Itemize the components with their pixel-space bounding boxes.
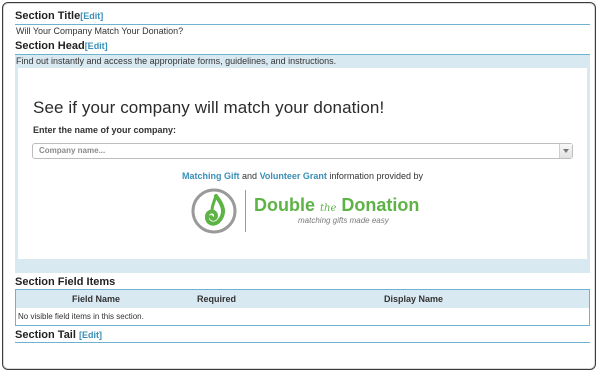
section-field-items-header: Section Field Items (15, 276, 116, 288)
widget-bottom-band (15, 259, 590, 273)
dropdown-arrow-icon[interactable] (559, 144, 572, 158)
logo-separator (245, 190, 246, 232)
section-head-value: Find out instantly and access the approp… (15, 55, 590, 68)
column-header-display-name: Display Name (338, 289, 589, 308)
section-tail-header: Section Tail [Edit] (15, 329, 590, 343)
logo-name-part1: Double (254, 195, 315, 215)
double-the-donation-logo[interactable]: Double the Donation matching gifts made … (190, 186, 430, 236)
field-items-table-wrap: Field Name Required Display Name No visi… (15, 289, 590, 326)
matching-gift-widget-container: See if your company will match your dona… (15, 68, 590, 259)
section-head-heading: Section Head (15, 40, 85, 52)
section-title-heading: Section Title (15, 10, 81, 22)
section-head-header: Section Head[Edit] (15, 40, 590, 55)
section-title-edit-link[interactable]: [Edit] (80, 11, 103, 21)
section-title-value: Will Your Company Match Your Donation? (16, 26, 184, 36)
volunteer-grant-link[interactable]: Volunteer Grant (260, 171, 327, 181)
logo-name-the: the (320, 203, 337, 214)
section-tail-heading: Section Tail (15, 329, 76, 341)
matching-gift-widget: See if your company will match your dona… (18, 68, 587, 259)
provided-by-line: Matching Gift and Volunteer Grant inform… (18, 171, 587, 181)
column-header-required: Required (187, 289, 338, 308)
logo-wordmark: Double the Donation (254, 195, 419, 216)
and-text: and (242, 171, 258, 181)
matching-gift-link[interactable]: Matching Gift (182, 171, 240, 181)
logo-name-part2: Donation (341, 195, 420, 215)
company-name-placeholder: Company name... (39, 146, 106, 155)
provided-by-text: information provided by (329, 171, 423, 181)
field-items-table: Field Name Required Display Name No visi… (16, 289, 589, 325)
column-header-field-name: Field Name (16, 289, 187, 308)
section-editor: Section Title[Edit] Will Your Company Ma… (15, 10, 590, 343)
widget-title: See if your company will match your dona… (33, 98, 385, 117)
section-head-edit-link[interactable]: [Edit] (85, 41, 108, 51)
logo-tagline: matching gifts made easy (298, 216, 389, 225)
table-header-row: Field Name Required Display Name (16, 289, 589, 308)
editor-frame: Section Title[Edit] Will Your Company Ma… (2, 2, 596, 370)
table-row: No visible field items in this section. (16, 308, 589, 325)
empty-table-message: No visible field items in this section. (18, 312, 144, 321)
section-title-header: Section Title[Edit] (15, 10, 590, 25)
section-tail-edit-link[interactable]: [Edit] (79, 330, 102, 340)
donation-drop-icon (191, 188, 237, 234)
company-name-select[interactable]: Company name... (32, 143, 573, 159)
company-name-label: Enter the name of your company: (33, 125, 177, 135)
